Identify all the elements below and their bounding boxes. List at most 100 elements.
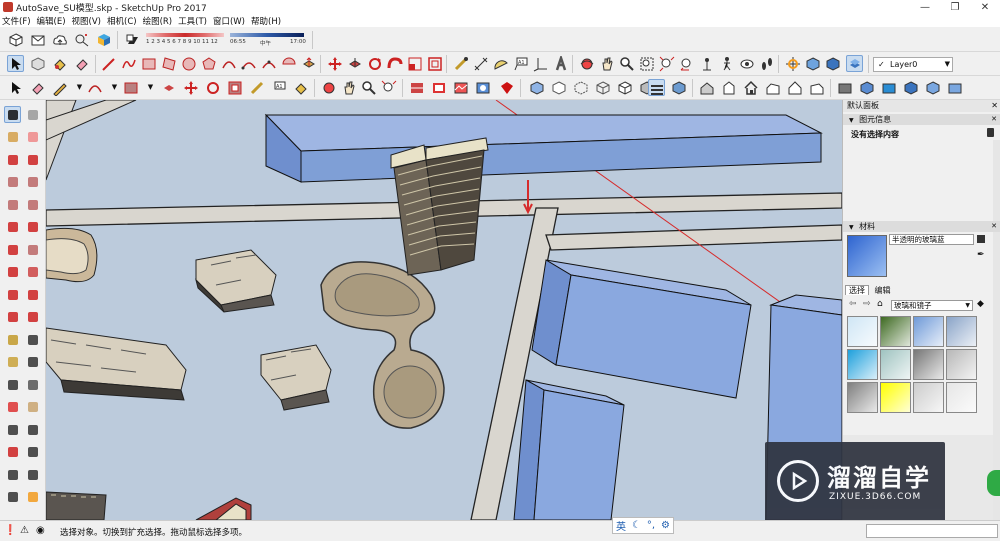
section-display-icon[interactable]: [804, 55, 821, 72]
send-icon[interactable]: [29, 31, 46, 48]
tab-edit[interactable]: 编辑: [872, 286, 894, 295]
rectangle-icon[interactable]: [4, 174, 21, 191]
push-pull-icon-3[interactable]: [160, 79, 177, 96]
status-user-icon[interactable]: ◉: [36, 525, 45, 536]
styles-icon[interactable]: [858, 79, 875, 96]
tray-close-icon[interactable]: ✕: [991, 100, 998, 112]
ime-moon-icon[interactable]: ☾: [632, 520, 641, 531]
menu-help[interactable]: 帮助(H): [251, 15, 281, 27]
material-swatch[interactable]: [880, 349, 911, 380]
push-pull-icon[interactable]: [300, 55, 317, 72]
ime-language[interactable]: 英: [616, 518, 626, 533]
position-camera-icon[interactable]: [698, 55, 715, 72]
arc-tool-icon[interactable]: [220, 55, 237, 72]
time-slider-track[interactable]: [230, 33, 304, 37]
shadows-toggle-icon[interactable]: [124, 31, 141, 48]
move-tool-icon[interactable]: [326, 55, 343, 72]
layer-select[interactable]: ✓ Layer0 ▼: [873, 57, 953, 72]
line-icon[interactable]: [4, 151, 21, 168]
three-point-arc-icon[interactable]: [260, 55, 277, 72]
scenes-icon[interactable]: [880, 79, 897, 96]
back-edges-icon[interactable]: [572, 79, 589, 96]
text-icon[interactable]: [24, 354, 41, 371]
rectangle-tool-icon[interactable]: [140, 55, 157, 72]
zoom-icon[interactable]: [360, 79, 377, 96]
eraser-icon-2[interactable]: [29, 79, 46, 96]
material-swatch[interactable]: [847, 349, 878, 380]
rotate-icon[interactable]: [4, 286, 21, 303]
create-material-icon[interactable]: [977, 235, 985, 243]
preview-google-earth-icon[interactable]: [474, 79, 491, 96]
extension-warehouse-icon[interactable]: [73, 31, 90, 48]
tape-measure-icon[interactable]: [4, 331, 21, 348]
axes-icon[interactable]: [4, 376, 21, 393]
position-camera-icon[interactable]: [4, 466, 21, 483]
material-swatch[interactable]: [946, 349, 977, 380]
export-icon[interactable]: [946, 79, 963, 96]
left-view-icon[interactable]: [808, 79, 825, 96]
component-icon[interactable]: [29, 55, 46, 72]
status-info-icon[interactable]: ❗: [4, 525, 16, 536]
rotate-tool-icon[interactable]: [366, 55, 383, 72]
glass-building-bottom[interactable]: [513, 379, 625, 520]
maximize-button[interactable]: ❐: [940, 0, 970, 14]
move-icon[interactable]: [4, 264, 21, 281]
axes-tool-icon[interactable]: [532, 55, 549, 72]
tab-select[interactable]: 选择: [845, 285, 869, 295]
paint-bucket-icon[interactable]: [51, 55, 68, 72]
rotate-icon[interactable]: [204, 79, 221, 96]
ime-settings-icon[interactable]: ⚙: [661, 520, 670, 531]
polygon-icon[interactable]: [24, 196, 41, 213]
entity-info-button[interactable]: [987, 128, 994, 137]
back-view-icon[interactable]: [786, 79, 803, 96]
close-button[interactable]: ✕: [970, 0, 1000, 14]
dropdown-arrow-icon-2[interactable]: ▼: [106, 79, 123, 96]
ime-punct-icon[interactable]: °,: [647, 520, 655, 531]
previous-icon[interactable]: [24, 444, 41, 461]
rotated-rectangle-icon[interactable]: [160, 55, 177, 72]
curved-building-left[interactable]: [46, 227, 98, 283]
three-point-arc-icon[interactable]: [4, 241, 21, 258]
protractor-icon[interactable]: [4, 354, 21, 371]
model-info-icon[interactable]: [7, 31, 24, 48]
text-tool-icon[interactable]: A1: [512, 55, 529, 72]
offset-tool-icon[interactable]: [426, 55, 443, 72]
panel-scrollbar[interactable]: [993, 140, 1000, 520]
top-view-icon[interactable]: [720, 79, 737, 96]
cloud-upload-icon[interactable]: [51, 31, 68, 48]
photo-texture-icon[interactable]: [430, 79, 447, 96]
protractor-icon[interactable]: [492, 55, 509, 72]
paint-icon[interactable]: [292, 79, 309, 96]
menu-camera[interactable]: 相机(C): [107, 15, 137, 27]
dimension-tool-icon[interactable]: [472, 55, 489, 72]
offset-icon[interactable]: [226, 79, 243, 96]
fog-icon[interactable]: [902, 79, 919, 96]
footprints-icon[interactable]: [758, 55, 775, 72]
select-icon[interactable]: [4, 106, 21, 123]
material-name-field[interactable]: 半透明的玻璃蓝: [889, 234, 974, 245]
material-swatch[interactable]: [880, 316, 911, 347]
eraser-icon[interactable]: [73, 55, 90, 72]
look-around-icon[interactable]: [738, 55, 755, 72]
zoom-tool-icon[interactable]: [618, 55, 635, 72]
zoom-extents-icon-2[interactable]: [380, 79, 397, 96]
arc-icon[interactable]: [86, 79, 103, 96]
walk-icon[interactable]: [4, 489, 21, 506]
materials-header[interactable]: ▼ 材料 ✕: [843, 221, 1000, 232]
library-details-icon[interactable]: ◆: [977, 299, 984, 309]
home-icon[interactable]: ⌂: [877, 299, 883, 309]
section-plane-icon[interactable]: [24, 489, 41, 506]
menu-draw[interactable]: 绘图(R): [143, 15, 173, 27]
zoom-extents-icon[interactable]: [4, 444, 21, 461]
orbit-icon[interactable]: [320, 79, 337, 96]
dimension-icon[interactable]: [248, 79, 265, 96]
zoom-icon[interactable]: [4, 421, 21, 438]
material-swatch[interactable]: [880, 382, 911, 413]
follow-me-icon[interactable]: [24, 286, 41, 303]
pan-icon[interactable]: [24, 399, 41, 416]
ruby-console-icon[interactable]: [498, 79, 515, 96]
wireframe-icon[interactable]: [594, 79, 611, 96]
iso-house-icon[interactable]: [698, 79, 715, 96]
polygon-tool-icon[interactable]: [200, 55, 217, 72]
layer-manager-icon[interactable]: [846, 55, 863, 72]
